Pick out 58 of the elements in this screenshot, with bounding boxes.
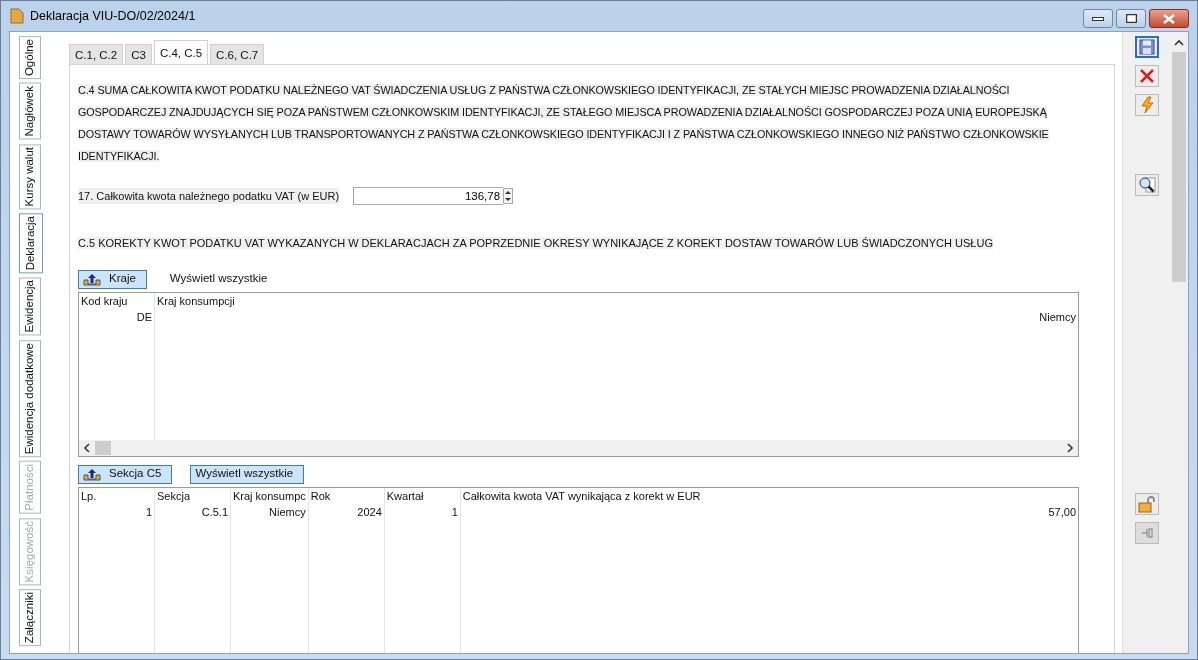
side-tab[interactable]: Ewidencja: [19, 277, 41, 336]
column-header[interactable]: Kwartał: [386, 487, 458, 504]
side-tab[interactable]: Kursy walut: [19, 143, 41, 210]
spinner-arrows-icon[interactable]: [503, 188, 514, 204]
column-header[interactable]: Kraj konsumpc: [233, 487, 306, 504]
search-icon[interactable]: [1134, 174, 1159, 196]
upload-icon: [83, 467, 101, 481]
column-header[interactable]: Całkowita kwota VAT wynikająca z korekt w EUR: [462, 487, 1076, 504]
column-header[interactable]: Sekcja: [157, 487, 228, 504]
maximize-button[interactable]: [1116, 9, 1146, 28]
table-cell-text: Niemcy: [1038, 310, 1076, 325]
scroll-left-icon[interactable]: [83, 442, 91, 453]
scroll-right-icon[interactable]: [1066, 442, 1074, 453]
table-cell-text: 57,00: [1047, 505, 1076, 520]
table-cell-text: Niemcy: [268, 505, 306, 520]
side-tab[interactable]: Załączniki: [19, 589, 41, 647]
table-cell-text: C.5.1: [200, 505, 228, 520]
column-header[interactable]: Lp.: [81, 487, 152, 504]
scroll-up-icon[interactable]: [1174, 38, 1184, 48]
side-tab[interactable]: Ogólne: [19, 36, 41, 80]
close-icon: [1163, 13, 1175, 24]
tab[interactable]: C3: [125, 44, 152, 64]
side-tab[interactable]: Nagłówek: [19, 83, 41, 140]
window-title: Deklaracja VIU-DO/02/2024/1: [30, 7, 196, 25]
table-cell-text: 1: [144, 505, 152, 520]
section-heading: C.5 KOREKTY KWOT PODATKU VAT WYKAZANYCH W DEKLARACJACH ZA POPRZEDNIE OKRESY WYNIKAJĄCE Z KOREKT DOSTAW TOWARÓW LUB ŚWIADCZONYCH USŁUG: [78, 237, 993, 249]
table-cell-text: 2024: [356, 505, 382, 520]
table-cell-text: 1: [450, 505, 458, 520]
vertical-scrollbar[interactable]: [1170, 32, 1188, 653]
table-cell-text: DE: [135, 310, 152, 325]
tab[interactable]: C.4, C.5: [153, 40, 209, 64]
field-label: 17. Całkowita kwota należnego podatku VAT (w EUR): [78, 187, 340, 205]
save-icon[interactable]: [1134, 36, 1159, 58]
cancel-icon[interactable]: [1134, 65, 1159, 87]
tab[interactable]: C.6, C.7: [210, 44, 265, 64]
toggle-button[interactable]: Wyświetl wszystkie: [164, 269, 279, 289]
close-button[interactable]: [1149, 9, 1189, 28]
toggle-button[interactable]: Kraje: [78, 269, 147, 289]
minimize-icon: [1092, 16, 1104, 21]
toggle-button[interactable]: Sekcja C5: [78, 464, 173, 484]
upload-icon: [83, 272, 101, 286]
column-header[interactable]: Rok: [310, 487, 382, 504]
unlock-icon[interactable]: [1134, 493, 1159, 515]
side-tab[interactable]: Deklaracja: [19, 213, 43, 274]
column-header[interactable]: Kod kraju: [81, 292, 152, 309]
amount-field[interactable]: 136,78: [353, 187, 504, 205]
minimize-button[interactable]: [1083, 9, 1113, 28]
side-tab[interactable]: Ewidencja dodatkowe: [19, 339, 41, 458]
column-header[interactable]: Kraj konsumpcji: [157, 292, 1076, 309]
maximize-icon: [1125, 14, 1137, 23]
document-icon: [10, 8, 24, 24]
toggle-button[interactable]: Wyświetl wszystkie: [190, 464, 305, 484]
lightning-icon[interactable]: [1134, 94, 1159, 116]
scroll-thumb[interactable]: [95, 440, 111, 455]
scroll-thumb[interactable]: [1172, 52, 1186, 282]
tab[interactable]: C.1, C.2: [69, 44, 124, 64]
section-heading: C.4 SUMA CAŁKOWITA KWOT PODATKU NALEŻNEGO VAT ŚWIADCZENIA USŁUG Z PAŃSTWA CZŁONKOWSKIEGO IDENTYFIKACJI, ZE STAŁYCH MIEJSC PROWADZENIA DZIAŁALNOŚCI GOSPODARCZEJ ZNAJDUJĄCYCH SIĘ POZA PAŃSTWEM CZŁONKOWSKIM IDENTYFIKACJI, ZE STAŁEGO MIEJSCA PROWADZENIA DZIAŁALNOŚCI GOSPODARCZEJ POZA UNIĄ EUROPEJSKĄ DOSTAWY TOWARÓW WYSYŁANYCH LUB TRANSPORTOWANYCH Z PAŃSTWA CZŁONKOWSKIEGO IDENTYFIKACJI I Z PAŃSTWA CZŁONKOWSKIEGO INNEGO NIŻ PAŃSTWO CZŁONKOWSKIE IDENTYFIKACJI.: [78, 83, 1050, 164]
horizontal-scrollbar[interactable]: [79, 439, 1078, 456]
